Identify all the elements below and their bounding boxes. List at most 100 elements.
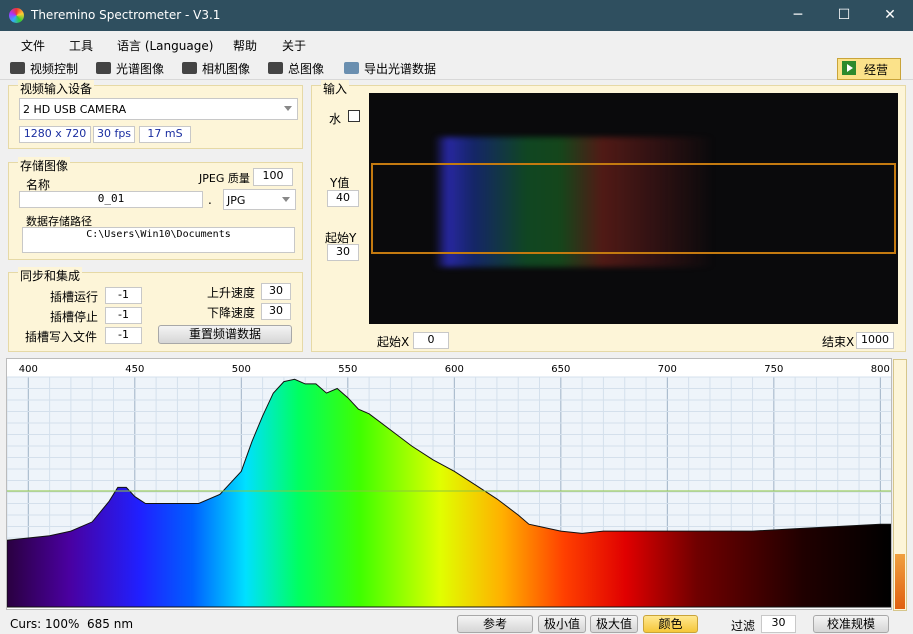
menu-help[interactable]: 帮助 [233,37,257,54]
video-device-select[interactable]: 2 HD USB CAMERA [19,98,298,120]
y-value-label: Y值 [330,176,350,190]
spectrum-svg: 400 450 500 550 600 650 700 750 800 [7,364,891,608]
camera-icon [268,62,283,74]
video-control-button[interactable]: 视频控制 [10,60,78,77]
play-icon [842,61,856,75]
spectrum-image-button[interactable]: 光谱图像 [96,60,164,77]
filter-label: 过滤 [731,619,756,633]
extension-dot: . [208,193,212,207]
cursor-zoom: 100% [45,617,80,631]
input-title: 输入 [321,80,350,97]
fall-speed-input[interactable]: 30 [261,303,291,320]
image-format-select[interactable]: JPG [223,189,296,210]
level-meter-fill [895,554,905,609]
video-control-label: 视频控制 [30,62,79,76]
minimize-button[interactable]: ─ [775,0,821,31]
chevron-down-icon [282,197,290,202]
level-meter [893,359,907,611]
flip-label: 水 [329,112,342,126]
x-tick-label: 650 [551,364,570,375]
jpeg-quality-label: JPEG 质量 [199,172,250,185]
chevron-down-icon [284,106,292,111]
camera-icon [96,62,111,74]
storage-title: 存储图像 [18,157,71,174]
video-input-panel: 视频输入设备 2 HD USB CAMERA 1280 x 720 30 fps… [8,80,303,149]
slot-run-label: 插槽运行 [50,290,99,304]
x-tick-label: 500 [232,364,251,375]
slot-write-input[interactable]: -1 [105,327,142,344]
exposure-field: 17 mS [139,126,191,143]
region-of-interest-box[interactable] [371,163,896,254]
x-tick-label: 400 [19,364,38,375]
max-button[interactable]: 极大值 [590,615,638,633]
camera-icon [182,62,197,74]
y-value-input[interactable]: 40 [327,190,359,207]
cursor-readout: Curs: 100% 685 nm [10,617,133,631]
camera-preview[interactable] [369,93,898,324]
x-tick-label: 600 [445,364,464,375]
fall-speed-label: 下降速度 [207,306,256,320]
start-x-input[interactable]: 0 [413,332,449,349]
file-name-input[interactable]: 0_01 [19,191,203,208]
spectrum-image-label: 光谱图像 [116,62,165,76]
end-x-label: 结束X [822,335,855,349]
status-bar: Curs: 100% 685 nm 参考 极小值 极大值 颜色 过滤 30 校准… [0,612,913,634]
video-camera-icon [10,62,25,74]
x-tick-label: 450 [125,364,144,375]
maximize-button[interactable]: ☐ [821,0,867,31]
x-tick-label: 550 [338,364,357,375]
video-device-value: 2 HD USB CAMERA [23,103,127,116]
run-label: 经营 [864,63,889,77]
color-button[interactable]: 颜色 [643,615,698,633]
rise-speed-input[interactable]: 30 [261,283,291,300]
jpeg-quality-input[interactable]: 100 [253,168,293,186]
title-bar: Theremino Spectrometer - V3.1 ─ ☐ ✕ [0,0,913,31]
menu-bar: 文件 工具 语言 (Language) 帮助 关于 [0,31,913,57]
menu-language[interactable]: 语言 (Language) [117,37,213,54]
toolbar: 视频控制 光谱图像 相机图像 总图像 导出光谱数据 经营 [0,57,913,80]
total-image-button[interactable]: 总图像 [268,60,324,77]
storage-panel: 存储图像 名称 JPEG 质量 100 0_01 . JPG 数据存储路径 C:… [8,157,303,260]
resolution-field: 1280 x 720 [19,126,91,143]
slot-run-input[interactable]: -1 [105,287,142,304]
sync-panel: 同步和集成 插槽运行 -1 插槽停止 -1 插槽写入文件 -1 上升速度 30 … [8,267,303,352]
calibrate-button[interactable]: 校准规模 [813,615,889,633]
end-x-input[interactable]: 1000 [856,332,894,349]
slot-stop-input[interactable]: -1 [105,307,142,324]
image-format-value: JPG [227,194,246,207]
video-input-title: 视频输入设备 [18,80,95,97]
camera-image-button[interactable]: 相机图像 [182,60,250,77]
start-x-label: 起始X [377,335,410,349]
cursor-wavelength: 685 nm [87,617,134,631]
fps-field: 30 fps [93,126,135,143]
slot-write-label: 插槽写入文件 [25,330,98,344]
rise-speed-label: 上升速度 [207,286,256,300]
menu-file[interactable]: 文件 [21,37,45,54]
window-title: Theremino Spectrometer - V3.1 [31,8,221,22]
menu-about[interactable]: 关于 [282,37,306,54]
reference-button[interactable]: 参考 [457,615,533,633]
menu-tools[interactable]: 工具 [69,37,93,54]
export-label: 导出光谱数据 [364,62,437,76]
x-tick-label: 700 [658,364,677,375]
close-button[interactable]: ✕ [867,0,913,31]
filter-input[interactable]: 30 [761,615,796,633]
data-path-input[interactable]: C:\Users\Win10\Documents [22,227,295,253]
export-spectrum-button[interactable]: 导出光谱数据 [344,60,436,77]
app-logo-icon [9,8,24,23]
reset-spectrum-button[interactable]: 重置频谱数据 [158,325,292,344]
slot-stop-label: 插槽停止 [50,310,99,324]
flip-checkbox[interactable] [348,110,360,122]
camera-image-label: 相机图像 [202,62,251,76]
start-y-input[interactable]: 30 [327,244,359,261]
total-image-label: 总图像 [288,62,325,76]
spectrum-chart[interactable]: 400 450 500 550 600 650 700 750 800 [6,358,892,610]
cursor-label: Curs: [10,617,42,631]
x-axis-ticks: 400 450 500 550 600 650 700 750 800 [19,364,890,375]
x-tick-label: 800 [871,364,890,375]
sync-title: 同步和集成 [18,267,83,284]
run-button[interactable]: 经营 [837,58,901,80]
min-button[interactable]: 极小值 [538,615,586,633]
export-document-icon [344,62,359,74]
x-tick-label: 750 [764,364,783,375]
